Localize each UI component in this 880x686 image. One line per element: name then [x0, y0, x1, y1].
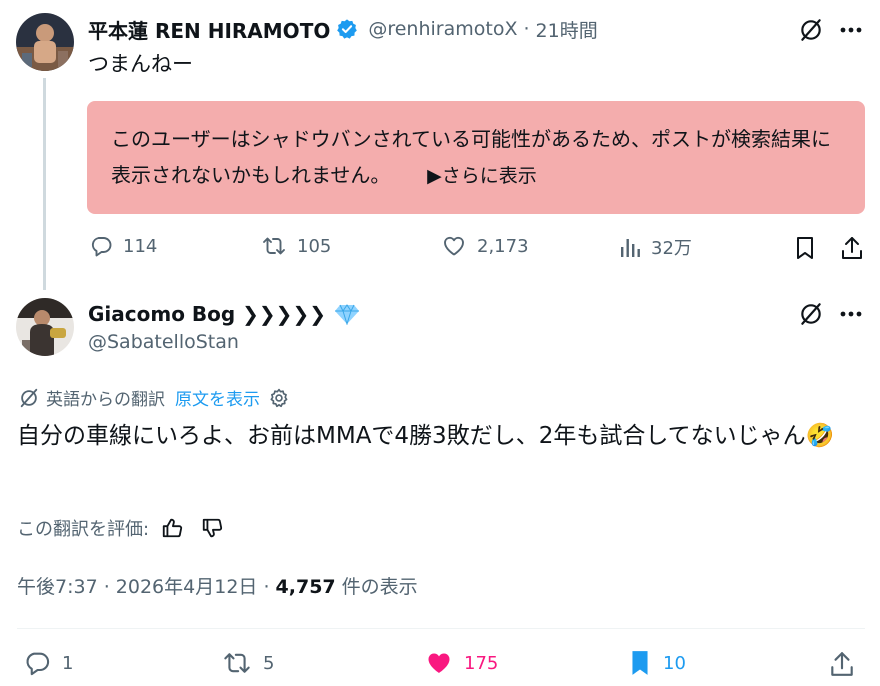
- thumbs-up-icon[interactable]: [161, 517, 183, 539]
- post-time[interactable]: 21時間: [536, 16, 598, 43]
- bookmark-icon[interactable]: [792, 234, 818, 262]
- share-icon[interactable]: [838, 234, 866, 262]
- reply-count: 1: [62, 652, 74, 674]
- repost-count: 5: [263, 652, 275, 674]
- more-icon[interactable]: [836, 16, 866, 44]
- shadowban-warning: このユーザーはシャドウバンされている可能性があるため、ポストが検索結果に表示され…: [87, 101, 865, 214]
- repost-icon: [221, 649, 253, 677]
- rate-translation-label: この翻訳を評価:: [17, 519, 150, 540]
- repost-button[interactable]: 5: [221, 649, 274, 677]
- post-1-header: 平本蓮 REN HIRAMOTO @renhiramotoX · 21時間: [88, 14, 598, 44]
- show-original-link[interactable]: 原文を表示: [175, 385, 260, 410]
- timestamp-row: 午後7:37 · 2026年4月12日 · 4,757 件の表示: [17, 572, 418, 599]
- translation-label: 英語からの翻訳: [46, 390, 165, 410]
- like-button[interactable]: 175: [424, 649, 498, 677]
- verified-badge-icon: [336, 18, 358, 40]
- rate-translation: この翻訳を評価:: [17, 515, 223, 541]
- post-1-text: つまんねー: [88, 52, 193, 76]
- divider: [17, 628, 865, 629]
- views-icon: [619, 235, 641, 259]
- diamond-icon: [334, 303, 360, 325]
- separator-dot: ·: [523, 18, 530, 40]
- bookmark-button[interactable]: 10: [627, 649, 686, 677]
- reply-count: 114: [123, 235, 158, 257]
- repost-button[interactable]: 105: [261, 234, 331, 258]
- timestamp[interactable]: 午後7:37 · 2026年4月12日 ·: [17, 576, 276, 598]
- grok-slash-icon[interactable]: [797, 16, 825, 44]
- like-count: 2,173: [477, 235, 529, 257]
- reply-icon: [22, 649, 52, 677]
- repost-icon: [261, 234, 287, 258]
- views-suffix: 件の表示: [335, 576, 418, 598]
- thumbs-down-icon[interactable]: [201, 517, 223, 539]
- like-icon: [441, 234, 467, 258]
- views-count: 32万: [651, 238, 692, 259]
- post-2-header: Giacomo Bog ❯❯❯❯❯: [88, 299, 360, 329]
- repost-count: 105: [297, 235, 332, 257]
- views-count: 4,757: [275, 576, 336, 598]
- handle[interactable]: @SabatelloStan: [88, 331, 239, 353]
- reply-button[interactable]: 1: [22, 649, 73, 677]
- like-count: 175: [464, 652, 499, 674]
- reply-icon: [89, 234, 113, 258]
- display-name[interactable]: Giacomo Bog ❯❯❯❯❯: [88, 302, 326, 326]
- more-icon[interactable]: [836, 300, 866, 328]
- reply-button[interactable]: 114: [89, 234, 157, 258]
- translate-icon: [18, 387, 40, 409]
- handle[interactable]: @renhiramotoX: [368, 18, 517, 40]
- settings-gear-icon[interactable]: [268, 387, 290, 409]
- post-2-text: 自分の車線にいろよ、お前はMMAで4勝3敗だし、2年も試合してないじゃん🤣: [17, 423, 835, 449]
- avatar-ren-hiramoto[interactable]: [16, 13, 74, 71]
- avatar-giacomo-bog[interactable]: [16, 298, 74, 356]
- like-icon: [424, 649, 454, 677]
- share-icon[interactable]: [826, 649, 858, 679]
- show-more-link[interactable]: ▶さらに表示: [427, 165, 537, 187]
- grok-slash-icon[interactable]: [797, 300, 825, 328]
- display-name[interactable]: 平本蓮 REN HIRAMOTO: [88, 15, 330, 44]
- like-button[interactable]: 2,173: [441, 234, 529, 258]
- thread-line: [43, 78, 46, 290]
- views-button[interactable]: 32万: [619, 234, 692, 260]
- bookmark-count: 10: [663, 652, 686, 674]
- bookmark-icon: [627, 649, 653, 677]
- translation-bar: 英語からの翻訳 原文を表示: [18, 385, 290, 410]
